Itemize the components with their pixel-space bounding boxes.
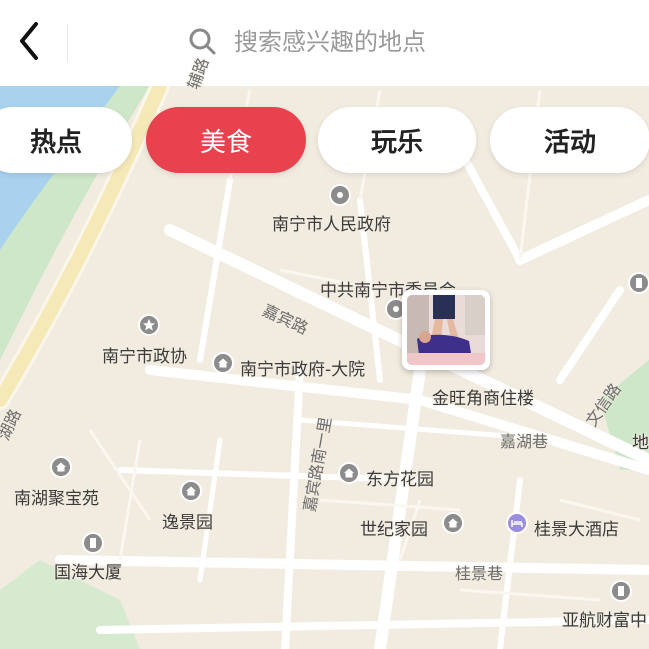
poi-label[interactable]: 逸景园 (162, 508, 213, 533)
poi-label[interactable]: 金旺角商住楼 (432, 384, 534, 409)
poi-label[interactable]: 世纪家园 (360, 515, 428, 540)
tab-food[interactable]: 美食 (146, 107, 306, 173)
street-label: 桂景巷 (455, 564, 504, 583)
tab-label: 活动 (543, 127, 596, 158)
residence-icon[interactable] (338, 462, 360, 484)
street-label: 嘉湖巷 (500, 432, 549, 451)
search-icon[interactable] (188, 27, 218, 57)
tab-label: 美食 (199, 127, 252, 158)
search-input[interactable]: 搜索感兴趣的地点 (234, 24, 426, 60)
poi-label[interactable]: 南宁市人民政府 (272, 210, 391, 235)
poi-label[interactable]: 桂景大酒店 (534, 515, 619, 540)
star-icon[interactable] (138, 314, 160, 336)
top-bar: 搜索感兴趣的地点 (0, 0, 649, 86)
tab-label: 热点 (29, 127, 82, 158)
residence-icon[interactable] (212, 352, 234, 374)
residence-icon[interactable] (50, 456, 72, 478)
government-icon[interactable] (329, 184, 351, 206)
back-arrow-icon[interactable] (14, 20, 48, 62)
poi-label[interactable]: 亚航财富中 (562, 606, 647, 631)
tab-fun[interactable]: 玩乐 (318, 107, 476, 173)
residence-icon[interactable] (442, 512, 464, 534)
building-icon[interactable] (628, 272, 649, 294)
tab-label: 玩乐 (370, 127, 423, 158)
photo-marker[interactable] (402, 290, 490, 370)
poi-label[interactable]: 南宁市政府-大院 (240, 355, 365, 380)
hotel-icon[interactable] (506, 512, 528, 534)
marker-photo (407, 295, 485, 365)
category-tabs: 热点 美食 玩乐 活动 (0, 107, 649, 175)
tab-events[interactable]: 活动 (490, 107, 649, 173)
building-icon[interactable] (82, 532, 104, 554)
building-icon[interactable] (610, 580, 632, 602)
poi-label[interactable]: 东方花园 (366, 465, 434, 490)
tab-hot[interactable]: 热点 (0, 107, 132, 173)
poi-label[interactable]: 南宁市政协 (102, 342, 187, 367)
poi-label[interactable]: 国海大厦 (54, 558, 122, 583)
poi-label[interactable]: 地 (632, 428, 649, 453)
residence-icon[interactable] (180, 480, 202, 502)
divider (67, 24, 68, 62)
poi-label[interactable]: 南湖聚宝苑 (14, 484, 99, 509)
